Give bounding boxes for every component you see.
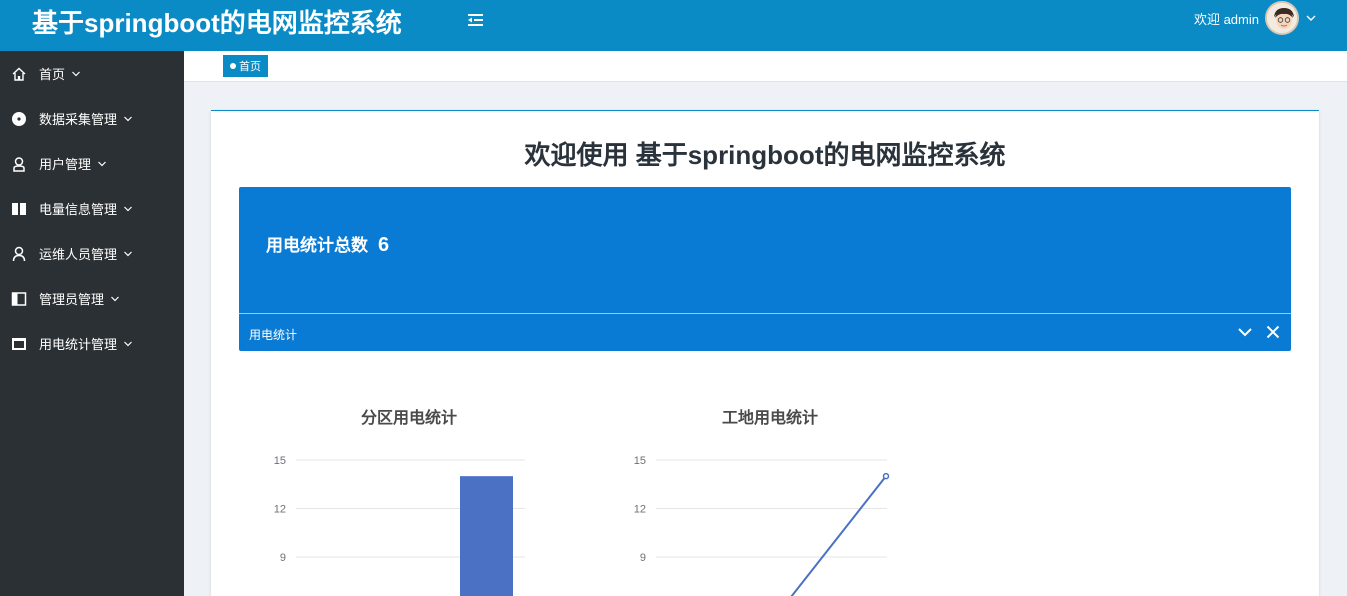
stat-label: 用电统计总数 bbox=[266, 236, 368, 255]
chart-title: 分区用电统计 bbox=[361, 408, 457, 427]
stat-box: 用电统计总数 6 用电统计 bbox=[239, 187, 1291, 351]
chevron-down-icon bbox=[72, 71, 80, 76]
chart-title: 工地用电统计 bbox=[722, 408, 818, 427]
sidebar-item-label: 用户管理 bbox=[39, 157, 92, 172]
app-title: 基于springboot的电网监控系统 bbox=[32, 8, 402, 38]
sidebar-item-label: 首页 bbox=[39, 67, 66, 82]
stat-panel-footer: 用电统计 bbox=[239, 313, 1291, 351]
y-tick-label: 12 bbox=[274, 504, 286, 516]
sidebar-item-users[interactable]: 用户管理 bbox=[0, 141, 184, 186]
sidebar-item-power-stats[interactable]: 用电统计管理 bbox=[0, 321, 184, 366]
y-tick-label: 9 bbox=[640, 552, 646, 564]
charts-area: 分区用电统计 9 12 15 工地用电统计 9 12 15 bbox=[274, 408, 890, 596]
bar bbox=[460, 476, 513, 596]
chevron-down-icon bbox=[124, 251, 132, 256]
sidebar-item-label: 运维人员管理 bbox=[39, 247, 118, 262]
sidebar-item-power-info[interactable]: 电量信息管理 bbox=[0, 186, 184, 231]
dashboard-card: 欢迎使用 基于springboot的电网监控系统 用电统计总数 6 用电统计 分… bbox=[211, 110, 1319, 596]
sidebar-item-home[interactable]: 首页 bbox=[0, 51, 184, 96]
avatar[interactable] bbox=[1265, 1, 1299, 35]
tab-label: 首页 bbox=[239, 61, 261, 73]
tab-dot bbox=[230, 63, 236, 69]
sidebar-item-label: 电量信息管理 bbox=[39, 202, 118, 217]
panel-label: 用电统计 bbox=[249, 328, 298, 342]
chevron-down-icon bbox=[124, 341, 132, 346]
close-icon[interactable] bbox=[1265, 324, 1281, 340]
tab-bar: 首页 bbox=[184, 51, 1347, 82]
chevron-down-icon bbox=[98, 161, 106, 166]
menu-collapse-icon[interactable] bbox=[466, 11, 486, 29]
stat-value: 6 bbox=[378, 234, 390, 256]
panel-icon bbox=[11, 291, 27, 306]
disc-icon bbox=[12, 111, 26, 126]
home-icon bbox=[12, 67, 26, 81]
sidebar: 首页 数据采集管理 用户管理 电量信息管理 运维人员管理 管理员管理 用电统计管… bbox=[0, 51, 184, 596]
page-title: 欢迎使用 基于springboot的电网监控系统 bbox=[524, 140, 1006, 170]
chevron-down-icon bbox=[111, 296, 119, 301]
sidebar-item-label: 数据采集管理 bbox=[39, 112, 118, 127]
welcome-text: 欢迎 admin bbox=[1193, 11, 1259, 27]
sidebar-item-maintenance-staff[interactable]: 运维人员管理 bbox=[0, 231, 184, 276]
chevron-down-icon bbox=[1306, 15, 1316, 21]
y-tick-label: 12 bbox=[634, 504, 646, 516]
top-header: 基于springboot的电网监控系统 欢迎 admin bbox=[0, 0, 1347, 51]
stat-line: 用电统计总数 6 bbox=[266, 231, 389, 257]
user-menu[interactable]: 欢迎 admin bbox=[1194, 0, 1317, 36]
series-line bbox=[790, 475, 887, 596]
book-icon bbox=[12, 202, 26, 215]
chevron-down-icon[interactable] bbox=[1237, 324, 1253, 340]
tab-home[interactable]: 首页 bbox=[223, 55, 268, 77]
user-icon bbox=[13, 156, 25, 172]
chevron-down-icon bbox=[124, 116, 132, 121]
sidebar-item-label: 用电统计管理 bbox=[39, 337, 118, 352]
y-tick-label: 15 bbox=[634, 455, 646, 467]
sidebar-item-admins[interactable]: 管理员管理 bbox=[0, 276, 184, 321]
person-icon bbox=[12, 246, 26, 261]
data-point bbox=[882, 472, 890, 480]
chevron-down-icon bbox=[124, 206, 132, 211]
window-icon bbox=[12, 337, 26, 350]
sidebar-item-label: 管理员管理 bbox=[39, 292, 105, 307]
sidebar-item-data-collection[interactable]: 数据采集管理 bbox=[0, 96, 184, 141]
y-tick-label: 9 bbox=[280, 552, 286, 564]
y-tick-label: 15 bbox=[274, 455, 286, 467]
